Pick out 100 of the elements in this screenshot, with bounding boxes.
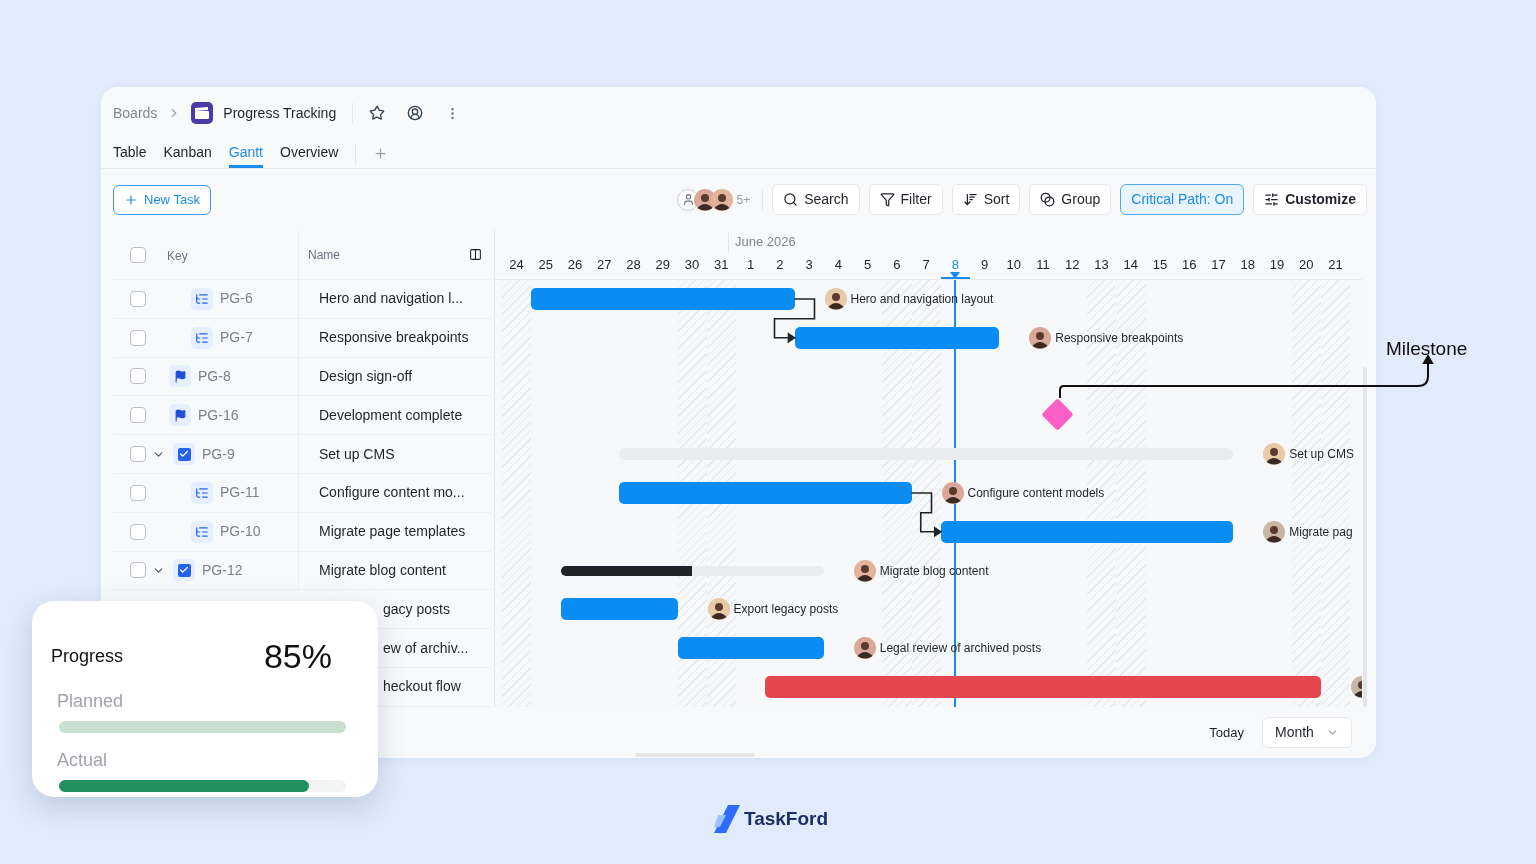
task-key: PG-11 (220, 482, 260, 504)
day-label: 11 (1035, 256, 1051, 274)
add-view-icon[interactable] (373, 146, 389, 161)
day-label: 24 (508, 256, 525, 274)
toolbar-button[interactable]: Search (772, 184, 860, 215)
toolbar-button[interactable]: Customize (1253, 184, 1367, 215)
avatar (824, 288, 847, 310)
toolbar-button[interactable]: Filter (868, 184, 943, 215)
day-label: 27 (596, 256, 613, 274)
task-name: Configure content mo... (319, 483, 465, 503)
task-name: Set up CMS (319, 444, 395, 464)
day-label: 30 (683, 256, 701, 274)
row-checkbox[interactable] (130, 329, 146, 346)
avatar (1263, 443, 1286, 466)
task-bar[interactable] (794, 326, 1000, 349)
logo-icon (713, 805, 740, 834)
day-label: 13 (1093, 256, 1110, 274)
task-name: ew of archiv... (383, 638, 469, 658)
day-label: 26 (566, 256, 584, 274)
breadcrumb-link[interactable]: Boards (113, 102, 158, 124)
row-checkbox[interactable] (130, 446, 146, 463)
task-key: PG-16 (198, 404, 239, 426)
avatar (707, 598, 730, 621)
star-icon[interactable] (369, 105, 386, 121)
subtask-icon (191, 481, 213, 504)
view-tab[interactable]: Overview (280, 139, 339, 168)
day-label: 4 (833, 256, 843, 274)
row-checkbox[interactable] (130, 368, 146, 385)
task-name: Migrate blog content (319, 560, 446, 580)
bar-label: Migrate pag (1289, 523, 1353, 541)
progress-value: 85% (263, 636, 332, 677)
task-name: Migrate page templates (319, 522, 466, 542)
task-name: Hero and navigation l... (319, 289, 463, 309)
task-key: PG-9 (202, 443, 235, 465)
avatar (1263, 520, 1286, 543)
day-label: 2 (775, 256, 785, 274)
user-circle-icon[interactable] (407, 105, 424, 121)
board-title: Progress Tracking (223, 103, 337, 123)
brand-name: TaskFord (743, 807, 829, 831)
day-label: 14 (1122, 256, 1139, 274)
meter-label: Planned (57, 690, 125, 713)
callout-label: Milestone (1386, 337, 1468, 361)
task-bar[interactable] (560, 598, 678, 621)
day-label: 25 (537, 256, 554, 274)
subtask-icon (191, 520, 213, 543)
task-bar[interactable] (940, 520, 1234, 543)
task-key: PG-10 (220, 521, 261, 543)
toolbar-button[interactable]: Sort (951, 184, 1021, 215)
day-label: 20 (1298, 256, 1315, 274)
view-tab[interactable]: Table (113, 139, 147, 168)
group-icon (1040, 192, 1056, 207)
day-label: 28 (625, 256, 642, 274)
avatar (711, 188, 734, 211)
avatar (1029, 326, 1052, 349)
task-name: gacy posts (383, 599, 450, 619)
select-all-checkbox[interactable] (130, 246, 146, 263)
task-key: PG-12 (202, 559, 243, 581)
task-key: PG-7 (220, 327, 253, 349)
day-label: 5 (862, 256, 873, 274)
columns-icon[interactable] (469, 248, 482, 261)
meter-label: Actual (57, 749, 109, 772)
task-name: heckout flow (383, 677, 461, 697)
task-bar[interactable] (677, 637, 824, 660)
subtask-icon (191, 326, 213, 349)
progress-track[interactable] (560, 565, 824, 576)
avatar (853, 637, 876, 660)
column-header: Name (308, 246, 340, 264)
bar-label: Export legacy posts (733, 601, 839, 619)
row-checkbox[interactable] (130, 523, 146, 540)
scale-dropdown[interactable]: Month (1262, 716, 1352, 748)
today-button[interactable]: Today (1209, 722, 1244, 743)
day-label: 7 (921, 256, 931, 274)
day-label: 6 (892, 256, 902, 274)
board-icon (191, 102, 214, 124)
task-name: Design sign-off (319, 367, 413, 386)
view-tab[interactable]: Kanban (163, 139, 212, 168)
day-label: 1 (745, 256, 756, 274)
day-label: 21 (1327, 256, 1344, 274)
progress-title: Progress (51, 645, 124, 668)
toolbar-button[interactable]: Group (1029, 184, 1112, 215)
day-label: 8 (940, 255, 970, 279)
bar-label: Configure content models (967, 485, 1105, 502)
subtask-icon (191, 287, 213, 310)
row-checkbox[interactable] (130, 484, 146, 501)
avatar (853, 559, 876, 582)
day-label: 12 (1064, 256, 1081, 274)
dependency-arrow (910, 492, 943, 538)
plus-icon (124, 192, 138, 207)
filter-icon (879, 192, 895, 207)
day-label: 3 (804, 256, 814, 274)
row-checkbox[interactable] (130, 562, 146, 579)
task-name: Development complete (319, 405, 463, 425)
new-task-button[interactable]: New Task (113, 184, 212, 215)
summary-bar[interactable] (619, 448, 1234, 461)
row-checkbox[interactable] (130, 407, 146, 424)
day-label: 29 (654, 256, 671, 274)
task-icon (173, 559, 195, 582)
row-checkbox[interactable] (130, 290, 146, 307)
sliders-icon (1264, 192, 1280, 207)
task-name: Responsive breakpoints (319, 328, 469, 348)
